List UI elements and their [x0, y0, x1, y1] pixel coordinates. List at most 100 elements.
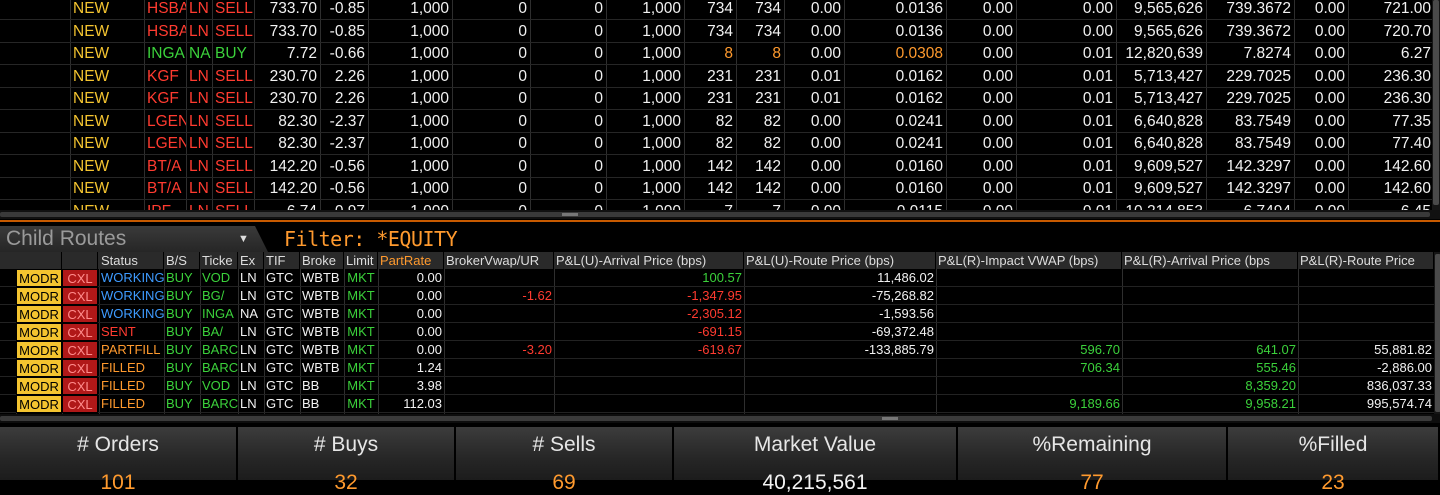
order-row[interactable]: NEW HSBA LN SELL 733.70 -0.85 1,000 0 0 1,000 734 7… [0, 0, 1440, 20]
order-change-cell: -0.85 [329, 22, 365, 40]
route-ticker-cell: BARC [202, 342, 238, 357]
order-pct-c-cell: 0.00 [982, 180, 1013, 197]
orders-vscroll-thumb[interactable] [1433, 0, 1439, 205]
order-remaining-cell: 1,000 [642, 22, 681, 40]
orders-scroll-thumb[interactable] [0, 212, 1430, 217]
child-route-row[interactable]: MODR CXL FILLED BUY BARC LN GTC BB MKT 112.03 9,18… [0, 395, 1440, 413]
column-header-status[interactable]: Status [99, 252, 164, 269]
order-price-cell: 142.20 [269, 180, 317, 197]
column-header-cancel-button[interactable] [62, 252, 98, 269]
order-value-a-cell: 734 [707, 0, 733, 17]
child-route-row[interactable]: MODR CXL WORKING BUY BG/LN GTC WBTB MKT 0.00 -1.6… [0, 287, 1440, 305]
column-header-limit[interactable]: Limit [344, 252, 378, 269]
routes-scroll-thumb[interactable] [0, 416, 1432, 421]
column-header-side[interactable]: B/S [164, 252, 200, 269]
order-row[interactable]: NEW KGF LN SELL 230.70 2.26 1,000 0 0 1,000 231 231… [0, 66, 1440, 88]
column-header-modify-button[interactable] [16, 252, 62, 269]
child-route-row[interactable]: MODR CXL FILLED BUY BARC LN GTC WBTB MKT 1.24 706.… [0, 359, 1440, 377]
route-ticker-cell: VOD [202, 378, 231, 393]
order-last-price-cell: 720.70 [1383, 22, 1431, 40]
route-pnl-r-route-cell: -2,886.00 [1377, 360, 1432, 375]
route-limit-cell: MKT [347, 378, 375, 393]
cancel-button[interactable]: CXL [62, 323, 98, 341]
column-header-ticker[interactable]: Ticke [200, 252, 238, 269]
order-row[interactable]: NEW HSBA LN SELL 733.70 -0.85 1,000 0 0 1,000 734 7… [0, 21, 1440, 43]
chevron-down-icon[interactable]: ▼ [238, 226, 249, 252]
route-ticker-cell: VOD [202, 270, 231, 285]
order-status-cell: NEW [73, 90, 110, 107]
orders-horizontal-scrollbar[interactable] [0, 210, 1440, 219]
order-row[interactable]: NEW BT/A LN SELL 142.20 -0.56 1,000 0 0 1,000 142 1… [0, 156, 1440, 178]
modify-button[interactable]: MODR [16, 377, 62, 395]
child-route-row[interactable]: MODR CXL WORKING BUY VOD LN GTC WBTB MKT 0.00 100.… [0, 269, 1440, 287]
route-pnl-r-route-cell [1298, 269, 1434, 287]
order-filled-cell: 0 [594, 112, 603, 130]
cancel-button[interactable]: CXL [62, 395, 98, 413]
modify-button[interactable]: MODR [16, 269, 62, 287]
route-tif-cell: GTC [266, 288, 294, 303]
modify-button[interactable]: MODR [16, 305, 62, 323]
route-pnl-r-route-cell: 995,574.74 [1366, 396, 1432, 411]
route-pnl-r-route-cell: 55,881.82 [1374, 342, 1432, 357]
order-side-cell: SELL [215, 90, 253, 107]
column-header-pnl-r-route[interactable]: P&L(R)-Route Price [1298, 252, 1434, 269]
column-header-pnl-u-route[interactable]: P&L(U)-Route Price (bps) [744, 252, 936, 269]
cancel-button[interactable]: CXL [62, 305, 98, 323]
cancel-button[interactable]: CXL [62, 377, 98, 395]
order-working-cell: 0 [518, 0, 527, 17]
modify-button[interactable]: MODR [16, 287, 62, 305]
column-header-pnl-u-arrival[interactable]: P&L(U)-Arrival Price (bps) [554, 252, 744, 269]
order-vwap-cell: 142.3297 [1226, 157, 1291, 175]
route-pnl-r-route-cell [1298, 287, 1434, 305]
order-quantity-cell: 1,000 [410, 180, 449, 197]
cancel-button[interactable]: CXL [62, 269, 98, 287]
cancel-button[interactable]: CXL [62, 359, 98, 377]
orders-grid[interactable]: NEW HSBA LN SELL 733.70 -0.85 1,000 0 0 1,000 734 7… [0, 0, 1440, 210]
modify-button[interactable]: MODR [16, 395, 62, 413]
order-vwap-cell: 83.7549 [1234, 135, 1291, 152]
column-header-broker-vwap[interactable]: BrokerVwap/UR [444, 252, 554, 269]
cancel-button[interactable]: CXL [62, 341, 98, 359]
child-routes-grid[interactable]: Status B/S Ticke Ex TIF Broke Limit PartRate Bro… [0, 252, 1440, 414]
column-header-exchange[interactable]: Ex [238, 252, 264, 269]
column-header-tif[interactable]: TIF [264, 252, 300, 269]
routes-vertical-scrollbar[interactable] [1434, 252, 1440, 414]
order-pct-a-cell: 0.01 [810, 67, 841, 85]
route-broker-cell: WBTB [302, 288, 340, 303]
order-change-cell: -0.56 [329, 180, 365, 197]
child-route-row[interactable]: MODR CXL WORKING BUY INGA NA GTC WBTB MKT 0.00 -2,… [0, 305, 1440, 323]
route-status-cell: WORKING [101, 288, 164, 303]
child-route-row[interactable]: MODR CXL PARTFILL BUY BARC LN GTC WBTB MKT 0.00 -3… [0, 341, 1440, 359]
orders-vertical-scrollbar[interactable] [1432, 0, 1440, 210]
order-row[interactable]: NEW KGF LN SELL 230.70 2.26 1,000 0 0 1,000 231 231… [0, 88, 1440, 110]
child-route-row[interactable]: MODR CXL SENT BUY BA/LN GTC WBTB MKT 0.00 -691.15… [0, 323, 1440, 341]
child-routes-header-row: Status B/S Ticke Ex TIF Broke Limit PartRate Bro… [0, 252, 1440, 269]
order-row[interactable]: NEWIPFLNSELL6.740.971,000001,000770.000.… [0, 201, 1440, 211]
column-header-broker[interactable]: Broke [300, 252, 344, 269]
order-row[interactable]: NEW LGEN LN SELL 82.30 -2.37 1,000 0 0 1,000 82 82 0… [0, 111, 1440, 133]
routes-vscroll-thumb[interactable] [1435, 254, 1440, 412]
order-row[interactable]: NEW INGA NA BUY 7.72 -0.66 1,000 0 0 1,000 8 8 0.00 0… [0, 43, 1440, 65]
route-pnl-r-impact-vwap-cell [936, 323, 1122, 341]
order-value-a-cell: 734 [707, 22, 733, 40]
modify-button[interactable]: MODR [16, 323, 62, 341]
order-row[interactable]: NEW LGEN LN SELL 82.30 -2.37 1,000 0 0 1,000 82 82 0… [0, 133, 1440, 155]
filter-label[interactable]: Filter: *EQUITY [284, 226, 458, 252]
route-limit-cell: MKT [347, 396, 375, 411]
route-pnl-u-route-cell: 11,486.02 [877, 270, 934, 285]
column-header-part-rate[interactable]: PartRate [378, 252, 444, 269]
column-header-pnl-r-arrival[interactable]: P&L(R)-Arrival Price (bps [1122, 252, 1298, 269]
order-last-price-cell: 77.40 [1392, 135, 1431, 152]
route-pnl-r-arrival-cell: 641.07 [1256, 342, 1296, 357]
child-route-row[interactable]: MODR CXL FILLED BUY VOD LN GTC BB MKT 3.98 8,359.2… [0, 377, 1440, 395]
modify-button[interactable]: MODR [16, 341, 62, 359]
column-header-pnl-r-impact-vwap[interactable]: P&L(R)-Impact VWAP (bps) [936, 252, 1122, 269]
child-routes-tab[interactable]: Child Routes ▼ [0, 226, 268, 252]
routes-horizontal-scrollbar[interactable] [0, 414, 1440, 423]
modify-button[interactable]: MODR [16, 359, 62, 377]
route-status-cell: SENT [101, 324, 136, 339]
cancel-button[interactable]: CXL [62, 287, 98, 305]
order-remaining-cell: 1,000 [642, 135, 681, 152]
order-working-cell: 0 [518, 45, 527, 62]
order-row[interactable]: NEW BT/A LN SELL 142.20 -0.56 1,000 0 0 1,000 142 1… [0, 178, 1440, 200]
